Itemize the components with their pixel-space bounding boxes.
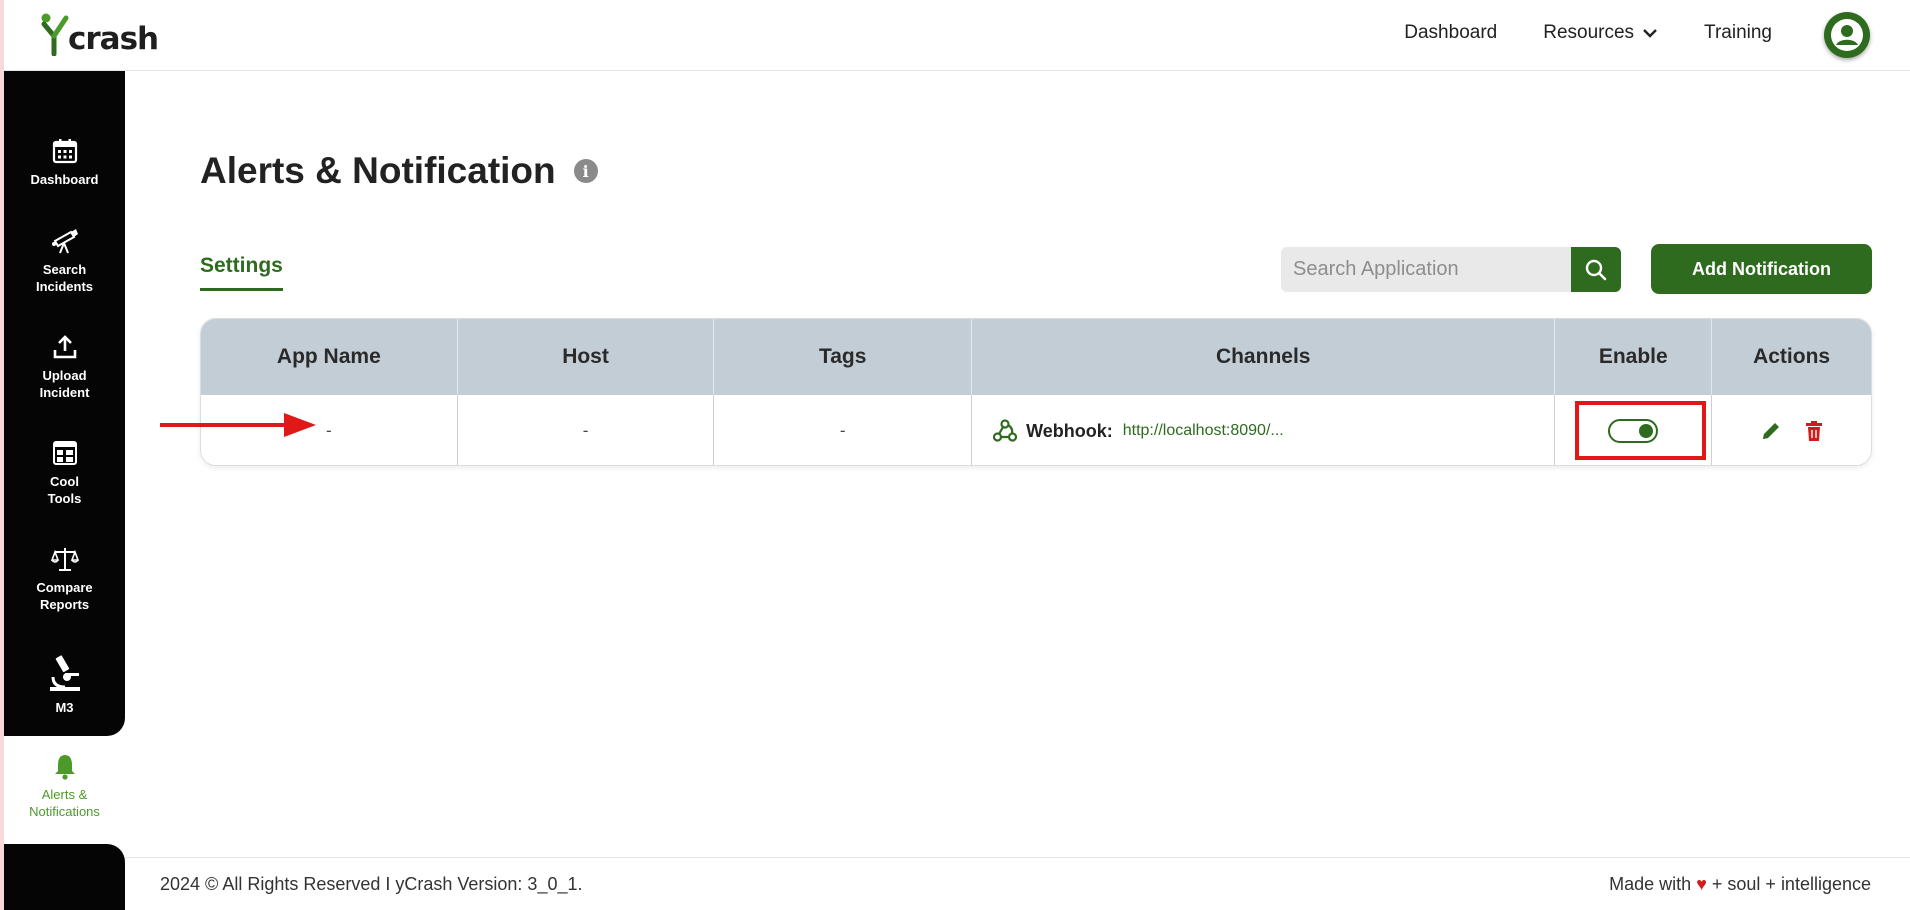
heart-icon: ♥ bbox=[1696, 874, 1707, 894]
delete-trash-icon[interactable] bbox=[1804, 420, 1824, 442]
search-input[interactable] bbox=[1281, 247, 1571, 292]
scale-icon bbox=[50, 548, 79, 571]
chevron-down-icon bbox=[1643, 29, 1657, 38]
top-bar: crash Dashboard Resources Training bbox=[4, 0, 1910, 71]
cell-host: - bbox=[458, 395, 715, 465]
page-title: Alerts & Notification i bbox=[200, 150, 598, 192]
sidebar: Dashboard Search Incidents Upload Incide… bbox=[4, 71, 125, 736]
info-glyph: i bbox=[582, 161, 589, 181]
microscope-icon bbox=[49, 655, 80, 691]
cell-actions bbox=[1712, 395, 1871, 465]
cell-enable bbox=[1555, 395, 1713, 465]
cell-channels: Webhook: http://localhost:8090/... bbox=[972, 395, 1556, 465]
sidebar-item-label: Compare bbox=[36, 580, 93, 595]
column-header-tags[interactable]: Tags bbox=[714, 319, 973, 395]
cell-tags: - bbox=[714, 395, 973, 465]
made-with-text: Made with ♥ + soul + intelligence bbox=[1609, 874, 1871, 895]
sidebar-item-label: Search bbox=[42, 262, 87, 277]
info-icon[interactable]: i bbox=[573, 159, 598, 183]
nav-resources-label: Resources bbox=[1543, 22, 1635, 43]
sidebar-item-label: Upload bbox=[42, 368, 87, 383]
sidebar-item-label: Notifications bbox=[29, 804, 100, 819]
notifications-table: App Name Host Tags Channels Enable Actio… bbox=[200, 318, 1872, 466]
sidebar-footer-block bbox=[4, 844, 125, 910]
tab-settings[interactable]: Settings bbox=[200, 254, 283, 291]
search-icon bbox=[1585, 259, 1607, 280]
table-row: - - - Webhook: http://localhost:8090/... bbox=[201, 395, 1871, 465]
sidebar-item-label: Reports bbox=[39, 597, 90, 612]
copyright-text: 2024 © All Rights Reserved I yCrash Vers… bbox=[160, 874, 583, 894]
tab-settings-label: Settings bbox=[200, 254, 283, 277]
made-with-prefix: Made with bbox=[1609, 874, 1697, 894]
sidebar-item-cool-tools[interactable]: Cool Tools bbox=[4, 439, 125, 507]
upload-icon bbox=[53, 335, 76, 359]
nav-resources[interactable]: Resources bbox=[1543, 22, 1658, 44]
user-avatar[interactable] bbox=[1824, 12, 1870, 58]
channel-url[interactable]: http://localhost:8090/... bbox=[1123, 422, 1284, 440]
webhook-icon bbox=[992, 419, 1018, 442]
sidebar-item-upload-incident[interactable]: Upload Incident bbox=[4, 333, 125, 401]
search-button[interactable] bbox=[1571, 247, 1621, 292]
nav-training[interactable]: Training bbox=[1704, 22, 1772, 44]
sidebar-item-label: M3 bbox=[55, 700, 74, 715]
nav-training-label: Training bbox=[1704, 22, 1772, 43]
annotation-arrow-icon bbox=[160, 413, 316, 437]
edit-pencil-icon[interactable] bbox=[1760, 420, 1782, 442]
sidebar-item-compare-reports[interactable]: Compare Reports bbox=[4, 545, 125, 613]
sidebar-item-label: Incidents bbox=[35, 279, 94, 294]
sidebar-item-search-incidents[interactable]: Search Incidents bbox=[4, 227, 125, 295]
nav-dashboard[interactable]: Dashboard bbox=[1404, 22, 1497, 44]
sidebar-item-alerts-notifications[interactable]: Alerts & Notifications bbox=[4, 752, 125, 820]
sidebar-item-m3[interactable]: M3 bbox=[4, 653, 125, 716]
nav-dashboard-label: Dashboard bbox=[1404, 22, 1498, 43]
sidebar-item-label: Cool bbox=[50, 474, 79, 489]
enable-toggle[interactable] bbox=[1608, 419, 1659, 443]
logo-text: crash bbox=[68, 21, 159, 57]
user-icon bbox=[1831, 19, 1863, 51]
add-notification-button[interactable]: Add Notification bbox=[1651, 244, 1872, 294]
y-logo-icon bbox=[40, 12, 74, 57]
page-title-text: Alerts & Notification bbox=[200, 150, 556, 191]
bell-icon bbox=[54, 755, 75, 780]
sidebar-item-label: Incident bbox=[39, 385, 90, 400]
made-with-suffix: + soul + intelligence bbox=[1711, 874, 1871, 894]
sidebar-item-label: Dashboard bbox=[30, 172, 99, 187]
sidebar-item-label: Tools bbox=[47, 491, 82, 506]
channel-type-label: Webhook: bbox=[1026, 420, 1113, 441]
column-header-actions[interactable]: Actions bbox=[1712, 319, 1871, 395]
calendar-icon bbox=[52, 139, 77, 164]
column-header-enable[interactable]: Enable bbox=[1555, 319, 1713, 395]
ycrash-logo[interactable]: crash bbox=[40, 12, 159, 57]
top-nav: Dashboard Resources Training bbox=[1404, 22, 1772, 44]
search-bar bbox=[1281, 247, 1621, 292]
footer: 2024 © All Rights Reserved I yCrash Vers… bbox=[125, 857, 1910, 910]
sidebar-item-dashboard[interactable]: Dashboard bbox=[4, 137, 125, 188]
tools-grid-icon bbox=[52, 441, 77, 465]
telescope-icon bbox=[51, 229, 78, 254]
sidebar-item-label: Alerts & bbox=[41, 787, 88, 802]
column-header-app-name[interactable]: App Name bbox=[201, 319, 458, 395]
column-header-channels[interactable]: Channels bbox=[972, 319, 1556, 395]
table-header: App Name Host Tags Channels Enable Actio… bbox=[201, 319, 1871, 395]
column-header-host[interactable]: Host bbox=[458, 319, 715, 395]
